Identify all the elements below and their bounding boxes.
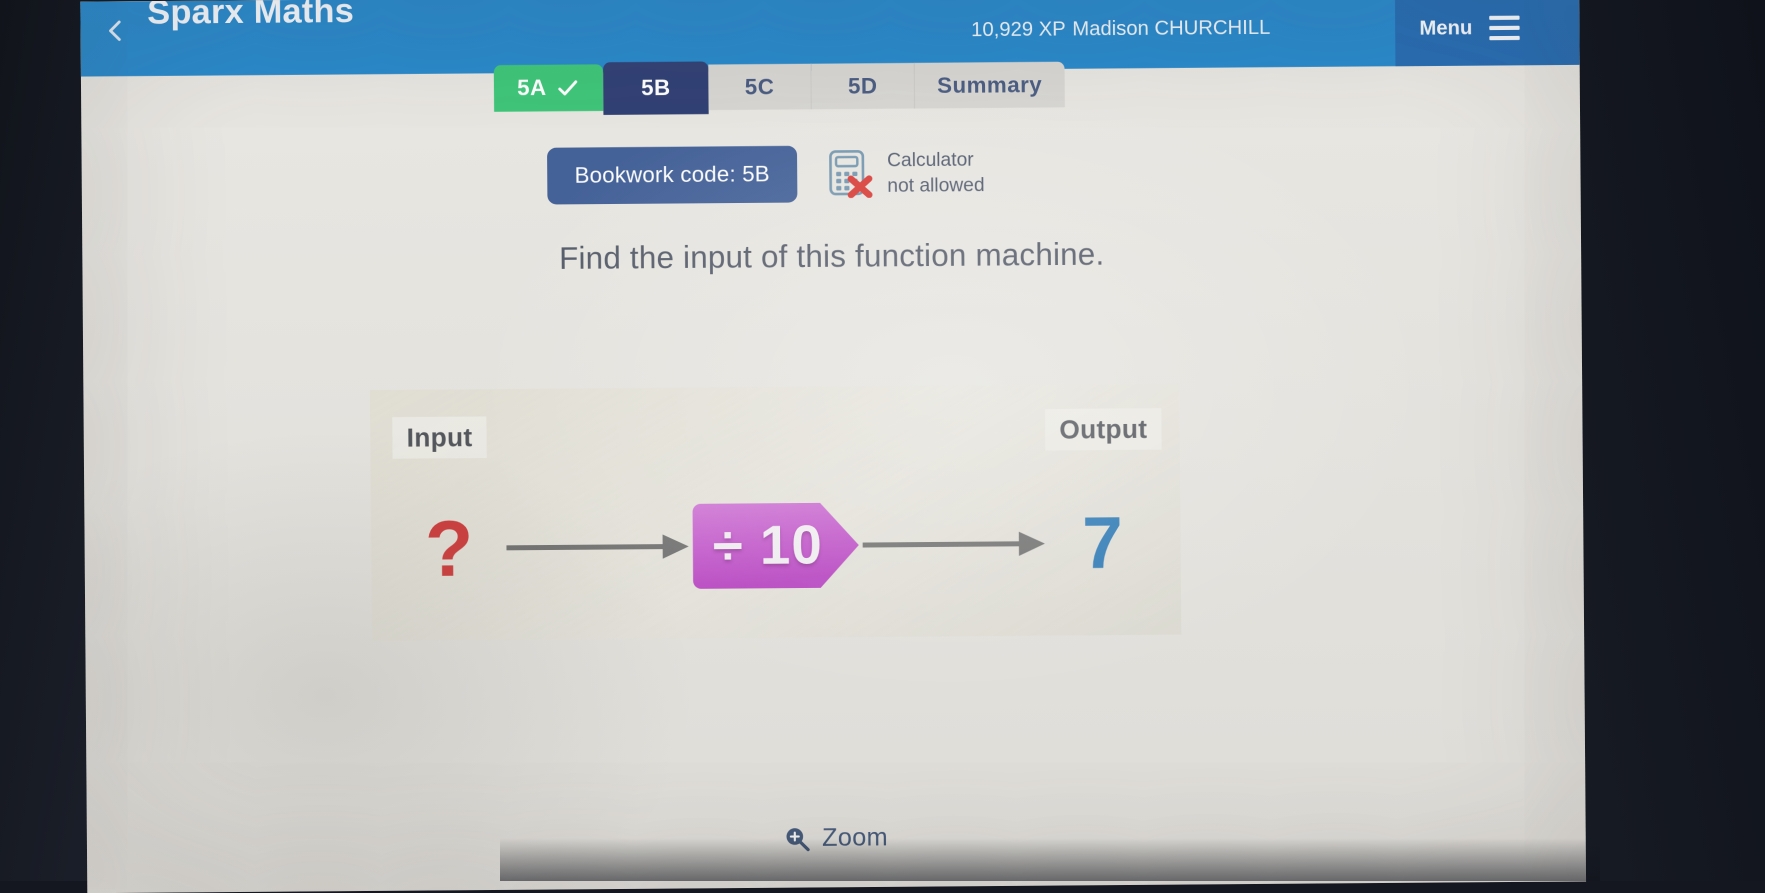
tab-5d-label: 5D [848,73,878,100]
tab-5a-label: 5A [517,75,547,102]
zoom-label: Zoom [822,823,888,853]
tab-5a[interactable]: 5A [494,64,604,111]
photo-frame: Sparx Maths 10,929 XP Madison CHURCHILL … [0,0,1765,881]
xp-counter: 10,929 XP [971,18,1066,42]
tab-summary-label: Summary [937,72,1042,99]
calculator-note-line1: Calculator [887,147,984,173]
menu-button-label: Menu [1419,17,1472,41]
arrow-input-to-operation [505,531,691,563]
tab-5d[interactable]: 5D [812,63,916,109]
operation-label: ÷ 10 [690,501,861,591]
magnifier-plus-icon [785,825,812,852]
tab-5b-label: 5B [641,75,671,102]
tab-summary[interactable]: Summary [915,62,1065,109]
tab-5b[interactable]: 5B [603,62,709,115]
bookwork-code-badge: Bookwork code: 5B [547,146,797,205]
tab-5c[interactable]: 5C [708,64,812,110]
calculator-note-text: Calculator not allowed [887,147,985,198]
tab-5c-label: 5C [745,74,775,101]
zoom-control[interactable]: Zoom [87,818,1586,859]
device-bezel-left [0,0,92,881]
question-prompt: Find the input of this function machine. [82,233,1581,281]
hamburger-icon [1489,16,1520,41]
calculator-note-line2: not allowed [887,173,984,199]
function-machine-panel: Input Output ? [370,384,1182,641]
check-icon [556,76,580,100]
user-name: Madison CHURCHILL [1072,17,1270,42]
calculator-not-allowed-note: Calculator not allowed [827,147,984,199]
device-bezel-right [1573,0,1765,881]
back-chevron-icon[interactable] [103,17,130,44]
operation-chip: ÷ 10 [690,501,861,591]
tablet-screen: Sparx Maths 10,929 XP Madison CHURCHILL … [80,0,1586,893]
app-title: Sparx Maths [147,0,354,33]
output-label: Output [1045,408,1162,450]
function-machine-row: ? [371,477,1182,615]
arrow-operation-to-output [861,528,1047,560]
input-label: Input [392,416,486,458]
calculator-not-allowed-icon [827,149,874,198]
output-value: 7 [1046,506,1158,580]
task-tab-strip: 5A 5B 5C 5D Summary [494,59,1065,116]
menu-button[interactable]: Menu [1395,0,1580,66]
bookwork-row: Bookwork code: 5B [547,144,985,204]
input-value: ? [393,508,505,588]
